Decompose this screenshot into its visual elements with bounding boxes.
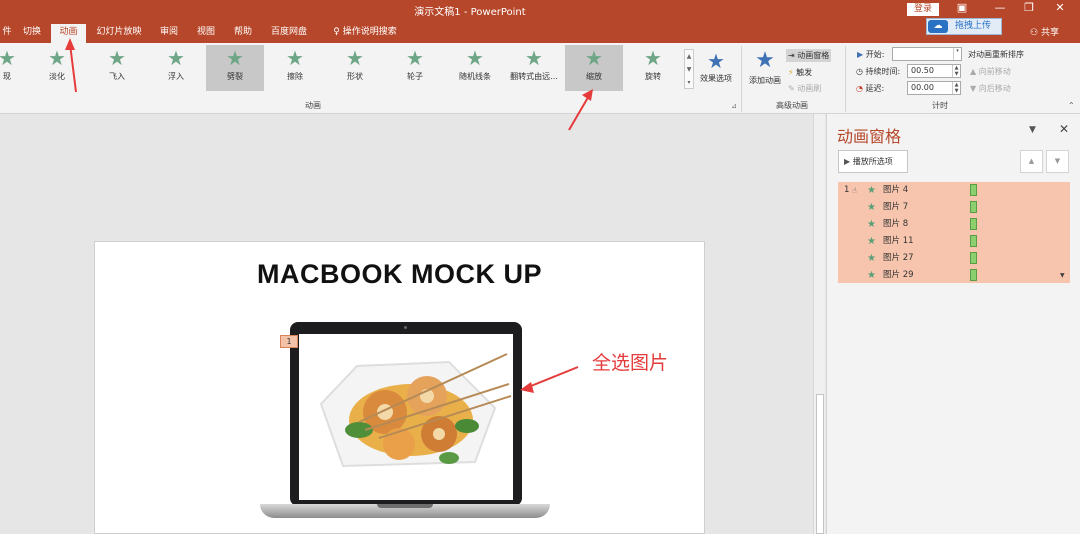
close-icon[interactable]: ✕ (1059, 122, 1069, 136)
animation-pane: 动画窗格 ▼ ✕ ▶ 播放所选项 ▲ ▼ 1 ☝ ★ 图片 4 ★ 图片 7 ★… (826, 114, 1080, 534)
list-item[interactable]: 1 ☝ ★ 图片 4 (838, 182, 1070, 199)
timeline-bar[interactable] (970, 184, 977, 196)
timeline-bar[interactable] (970, 269, 977, 281)
item-name: 图片 27 (883, 253, 914, 263)
star-icon: ★ (867, 253, 876, 264)
list-item[interactable]: ★ 图片 27 (838, 250, 1070, 267)
star-icon: ★ (867, 236, 876, 247)
move-down-button[interactable]: ▼ (1046, 150, 1069, 173)
timeline-bar[interactable] (970, 201, 977, 213)
timeline-bar[interactable] (970, 235, 977, 247)
list-item[interactable]: ★ 图片 11 (838, 233, 1070, 250)
triangle-up-icon: ▲ (1028, 157, 1035, 165)
list-item[interactable]: ★ 图片 7 (838, 199, 1070, 216)
item-name: 图片 8 (883, 219, 909, 229)
chevron-down-icon[interactable]: ▼ (1029, 125, 1036, 135)
move-up-button[interactable]: ▲ (1020, 150, 1043, 173)
item-name: 图片 29 (883, 270, 914, 280)
star-icon: ★ (867, 202, 876, 213)
star-icon: ★ (867, 185, 876, 196)
list-item[interactable]: ★ 图片 8 (838, 216, 1070, 233)
animation-list[interactable]: 1 ☝ ★ 图片 4 ★ 图片 7 ★ 图片 8 ★ 图片 11 ★ 图片 27… (838, 182, 1070, 283)
timeline-bar[interactable] (970, 252, 977, 264)
item-number: 1 (844, 185, 850, 195)
pane-title: 动画窗格 (837, 127, 902, 146)
play-selected-button[interactable]: ▶ 播放所选项 (838, 150, 908, 173)
item-name: 图片 11 (883, 236, 914, 246)
item-name: 图片 4 (883, 185, 909, 195)
item-name: 图片 7 (883, 202, 909, 212)
timeline-bar[interactable] (970, 218, 977, 230)
play-selected-label: 播放所选项 (852, 157, 893, 166)
star-icon: ★ (867, 219, 876, 230)
triangle-down-icon: ▼ (1054, 157, 1061, 165)
star-icon: ★ (867, 270, 876, 281)
play-icon: ▶ (844, 157, 853, 166)
list-item[interactable]: ★ 图片 29 ▼ (838, 267, 1070, 284)
list-scroll-down-icon[interactable]: ▼ (1060, 267, 1065, 284)
mouse-click-icon: ☝ (852, 186, 857, 195)
